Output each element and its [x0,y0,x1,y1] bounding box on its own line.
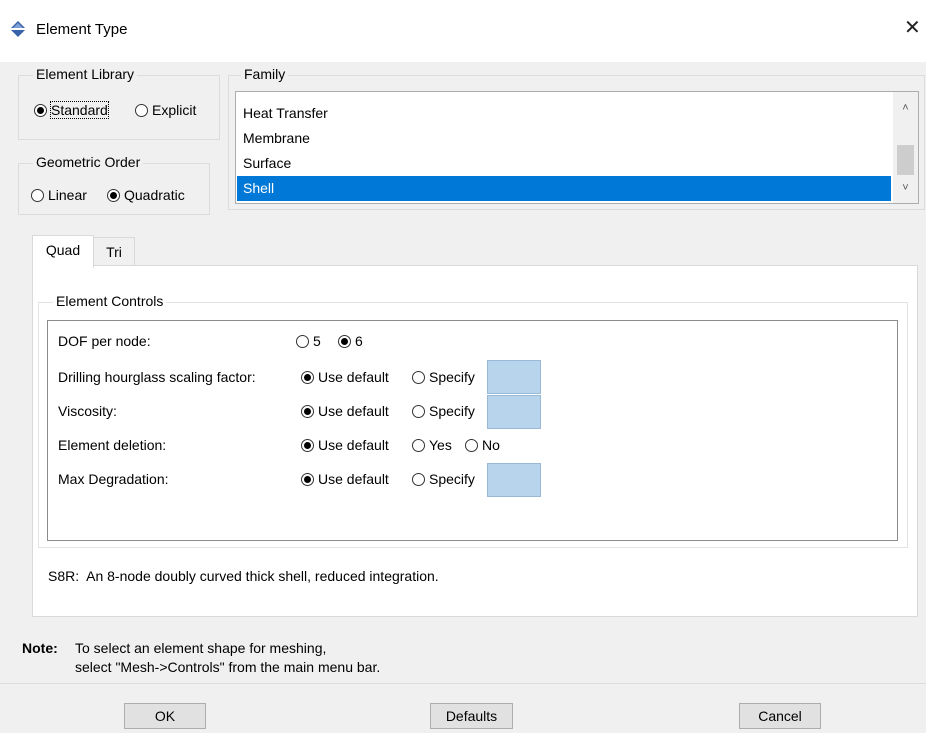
geometric-order-group: Geometric Order Linear Quadratic [18,154,210,215]
radio-indicator[interactable] [135,104,148,117]
radio-viscosity-use-default-label: Use default [318,403,389,419]
radio-explicit[interactable]: Explicit [135,102,196,118]
defaults-button[interactable]: Defaults [430,703,513,729]
radio-deletion-use-default-label: Use default [318,437,389,453]
radio-viscosity-specify-label: Specify [429,403,475,419]
radio-indicator[interactable] [107,189,120,202]
radio-indicator[interactable] [465,439,478,452]
tab-tri[interactable]: Tri [93,237,135,266]
radio-indicator[interactable] [31,189,44,202]
family-legend: Family [241,66,289,82]
title-bar [0,0,926,62]
radio-indicator[interactable] [34,104,47,117]
family-item-membrane[interactable]: Membrane [237,126,891,151]
radio-deletion-yes-label: Yes [429,437,452,453]
max-degradation-input[interactable] [487,463,541,497]
radio-standard[interactable]: Standard [34,101,109,119]
abaqus-diamond-icon [10,21,26,37]
radio-indicator[interactable] [301,371,314,384]
element-library-group: Element Library Standard Explicit [18,66,220,140]
radio-degradation-use-default-label: Use default [318,471,389,487]
family-scrollbar[interactable]: ˄ ˅ [893,92,918,203]
drilling-hourglass-label: Drilling hourglass scaling factor: [58,369,256,385]
footer-separator [0,683,926,684]
radio-viscosity-use-default[interactable]: Use default [301,403,389,419]
element-controls-panel: DOF per node: 5 6 Drilling hourglass sca… [47,320,898,541]
viscosity-input[interactable] [487,395,541,429]
scroll-down-icon[interactable]: ˅ [893,178,918,198]
geometric-order-legend: Geometric Order [33,154,144,170]
radio-indicator[interactable] [301,473,314,486]
element-library-legend: Element Library [33,66,138,82]
family-item-shell[interactable]: Shell [237,176,891,201]
radio-quadratic-label: Quadratic [124,187,185,203]
radio-drilling-use-default[interactable]: Use default [301,369,389,385]
note-line-1: To select an element shape for meshing, [75,640,327,656]
radio-dof-6-label: 6 [355,333,363,349]
radio-linear-label: Linear [48,187,87,203]
radio-degradation-specify-label: Specify [429,471,475,487]
radio-indicator[interactable] [412,473,425,486]
radio-indicator[interactable] [338,335,351,348]
dof-per-node-label: DOF per node: [58,333,151,349]
radio-standard-label: Standard [50,101,109,119]
radio-drilling-use-default-label: Use default [318,369,389,385]
element-description: S8R: An 8-node doubly curved thick shell… [48,568,439,584]
radio-indicator[interactable] [412,405,425,418]
radio-viscosity-specify[interactable]: Specify [412,403,475,419]
scroll-thumb[interactable] [897,145,914,175]
note-line-2: select "Mesh->Controls" from the main me… [75,659,381,675]
radio-deletion-use-default[interactable]: Use default [301,437,389,453]
radio-dof-6[interactable]: 6 [338,333,363,349]
viscosity-label: Viscosity: [58,403,117,419]
family-item-surface[interactable]: Surface [237,151,891,176]
radio-indicator[interactable] [301,405,314,418]
radio-indicator[interactable] [296,335,309,348]
radio-degradation-use-default[interactable]: Use default [301,471,389,487]
element-controls-legend: Element Controls [53,293,167,309]
radio-degradation-specify[interactable]: Specify [412,471,475,487]
radio-deletion-yes[interactable]: Yes [412,437,452,453]
radio-dof-5-label: 5 [313,333,321,349]
tab-quad[interactable]: Quad [32,235,94,268]
family-listbox[interactable]: Heat Transfer Membrane Surface Shell ˄ ˅ [235,91,919,204]
scroll-up-icon[interactable]: ˄ [893,98,918,118]
max-degradation-label: Max Degradation: [58,471,169,487]
radio-deletion-no[interactable]: No [465,437,500,453]
ok-button[interactable]: OK [124,703,206,729]
radio-indicator[interactable] [301,439,314,452]
cancel-button[interactable]: Cancel [739,703,821,729]
radio-dof-5[interactable]: 5 [296,333,321,349]
radio-indicator[interactable] [412,439,425,452]
family-item-heat-transfer[interactable]: Heat Transfer [237,101,891,126]
radio-quadratic[interactable]: Quadratic [107,187,185,203]
element-deletion-label: Element deletion: [58,437,167,453]
close-icon[interactable]: ✕ [904,18,924,40]
radio-drilling-specify-label: Specify [429,369,475,385]
radio-explicit-label: Explicit [152,102,197,118]
window-title: Element Type [36,21,128,38]
note-label: Note: [22,640,58,656]
drilling-hourglass-input[interactable] [487,360,541,394]
radio-drilling-specify[interactable]: Specify [412,369,475,385]
radio-deletion-no-label: No [482,437,500,453]
radio-indicator[interactable] [412,371,425,384]
radio-linear[interactable]: Linear [31,187,87,203]
